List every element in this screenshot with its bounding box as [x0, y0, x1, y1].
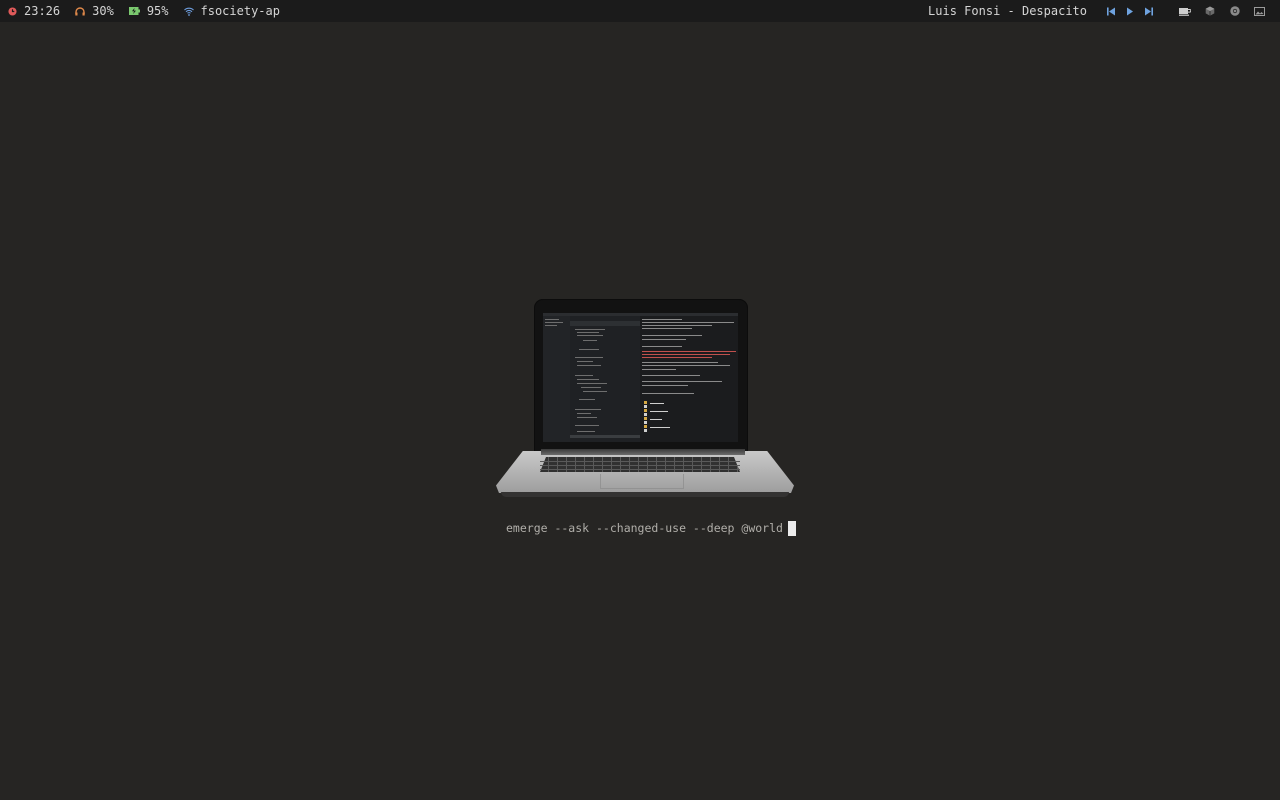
keyboard-row: [540, 465, 740, 466]
skip-previous-icon[interactable]: [1101, 7, 1120, 16]
laptop-screen: [543, 313, 738, 442]
volume-text: 30%: [92, 4, 114, 18]
keyboard-row: [540, 461, 740, 462]
wifi-widget[interactable]: fsociety-ap: [183, 0, 280, 22]
wifi-text: fsociety-ap: [200, 4, 280, 18]
status-bar: 23:26 30% 95% fsociety-ap Luis Fonsi - D…: [0, 0, 1280, 22]
laptop-trackpad: [600, 474, 684, 489]
text-cursor: [787, 520, 796, 536]
chrome-icon[interactable]: [1222, 6, 1247, 16]
skip-next-icon[interactable]: [1139, 7, 1158, 16]
wifi-icon: [183, 7, 201, 16]
keyboard-row: [540, 469, 740, 470]
clock-widget[interactable]: 23:26: [8, 0, 60, 22]
clock-text: 23:26: [24, 4, 61, 18]
volume-widget[interactable]: 30%: [75, 0, 114, 22]
battery-text: 95%: [146, 4, 169, 18]
screen-code-editor-image: [543, 313, 738, 442]
image-icon[interactable]: [1247, 6, 1272, 16]
terminal-prompt[interactable]: emerge --ask --changed-use --deep @world: [506, 520, 796, 536]
coffee-icon[interactable]: [1172, 7, 1197, 16]
play-icon[interactable]: [1120, 7, 1139, 16]
laptop-lid: [534, 299, 748, 453]
laptop-wallpaper-image: [496, 299, 794, 501]
laptop-hinge: [541, 449, 745, 455]
cube-icon[interactable]: [1197, 6, 1222, 16]
terminal-command-text: emerge --ask --changed-use --deep @world: [506, 521, 783, 535]
headphones-icon: [75, 6, 92, 16]
battery-widget[interactable]: 95%: [128, 0, 169, 22]
system-tray: [1172, 6, 1272, 16]
status-left: 23:26 30% 95% fsociety-ap: [8, 0, 295, 22]
status-right: Luis Fonsi - Despacito: [928, 0, 1272, 22]
battery-charging-icon: [128, 7, 147, 15]
media-controls: [1101, 7, 1158, 16]
laptop-shadow: [501, 492, 789, 497]
clock-icon: [8, 6, 24, 16]
now-playing[interactable]: Luis Fonsi - Despacito: [928, 0, 1087, 22]
